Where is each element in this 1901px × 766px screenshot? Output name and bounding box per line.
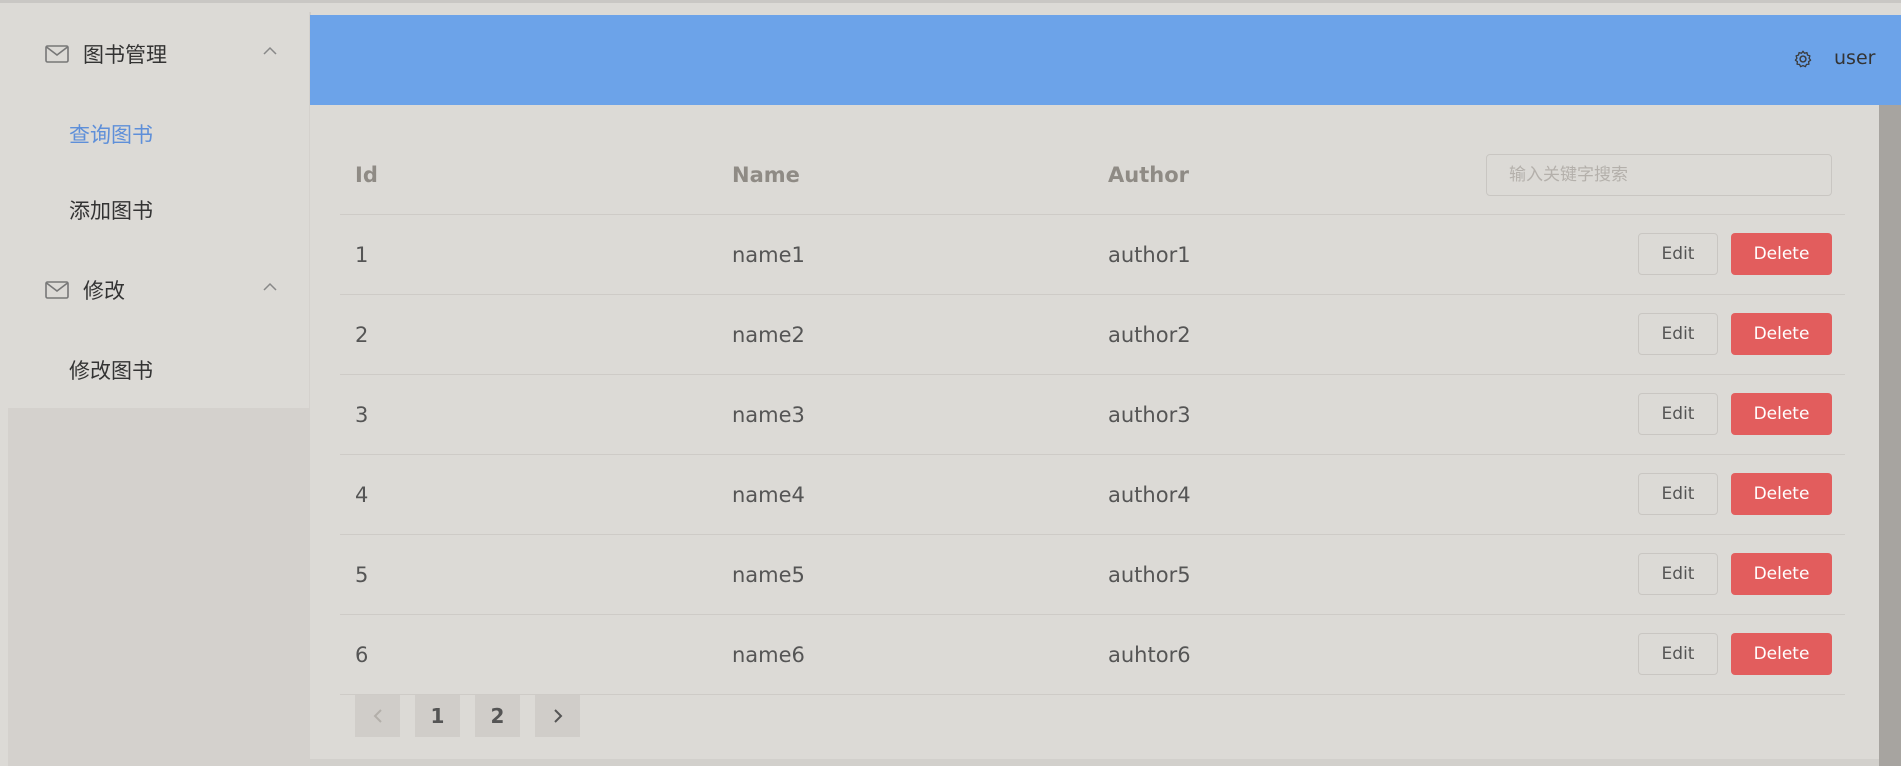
page-button-2[interactable]: 2: [475, 695, 520, 737]
table-row: 1 name1 author1 Edit Delete: [340, 215, 1845, 295]
cell-author: author1: [1108, 242, 1191, 267]
menu-group-title: 图书管理: [83, 43, 167, 67]
cell-author: author2: [1108, 322, 1191, 347]
user-menu[interactable]: user: [1834, 47, 1875, 69]
cell-name: name1: [732, 242, 805, 267]
cell-id: 4: [355, 482, 369, 507]
books-table: Id Name Author 1 name1 author1 Edit Dele…: [340, 135, 1845, 695]
cell-author: author4: [1108, 482, 1191, 507]
cell-name: name2: [732, 322, 805, 347]
edit-button[interactable]: Edit: [1638, 393, 1718, 435]
edit-button[interactable]: Edit: [1638, 553, 1718, 595]
cell-author: author5: [1108, 562, 1191, 587]
menu-item-query-books[interactable]: 查询图书: [8, 96, 309, 172]
table-row: 5 name5 author5 Edit Delete: [340, 535, 1845, 615]
window-top-border: [0, 0, 1901, 3]
pagination: 1 2: [355, 695, 595, 737]
delete-button[interactable]: Delete: [1731, 473, 1832, 515]
edit-button[interactable]: Edit: [1638, 473, 1718, 515]
main-content: Id Name Author 1 name1 author1 Edit Dele…: [310, 105, 1879, 759]
chevron-up-icon: [263, 46, 277, 55]
cell-name: name5: [732, 562, 805, 587]
delete-button[interactable]: Delete: [1731, 233, 1832, 275]
cell-id: 6: [355, 642, 369, 667]
edit-button[interactable]: Edit: [1638, 633, 1718, 675]
cell-name: name3: [732, 402, 805, 427]
delete-button[interactable]: Delete: [1731, 393, 1832, 435]
menu-group-title: 修改: [83, 279, 125, 303]
delete-button[interactable]: Delete: [1731, 553, 1832, 595]
edit-button[interactable]: Edit: [1638, 233, 1718, 275]
menu-item-add-book[interactable]: 添加图书: [8, 172, 309, 248]
next-page-button[interactable]: [535, 695, 580, 737]
menu-group-book-management[interactable]: 图书管理: [8, 12, 309, 96]
table-row: 2 name2 author2 Edit Delete: [340, 295, 1845, 375]
mail-icon: [45, 281, 69, 299]
column-header-id: Id: [355, 162, 378, 187]
edit-button[interactable]: Edit: [1638, 313, 1718, 355]
column-header-author: Author: [1108, 162, 1189, 187]
cell-author: auhtor6: [1108, 642, 1191, 667]
table-row: 6 name6 auhtor6 Edit Delete: [340, 615, 1845, 695]
mail-icon: [45, 45, 69, 63]
delete-button[interactable]: Delete: [1731, 313, 1832, 355]
cell-name: name4: [732, 482, 805, 507]
gear-icon[interactable]: [1792, 48, 1814, 70]
sidebar-menu: 图书管理 查询图书 添加图书 修改 修改图书: [8, 12, 309, 408]
table-row: 4 name4 author4 Edit Delete: [340, 455, 1845, 535]
sidebar: 图书管理 查询图书 添加图书 修改 修改图书: [8, 12, 311, 766]
cell-id: 5: [355, 562, 369, 587]
menu-group-modify[interactable]: 修改: [8, 248, 309, 332]
cell-id: 3: [355, 402, 369, 427]
table-row: 3 name3 author3 Edit Delete: [340, 375, 1845, 455]
cell-id: 2: [355, 322, 369, 347]
menu-item-modify-book[interactable]: 修改图书: [8, 332, 309, 408]
delete-button[interactable]: Delete: [1731, 633, 1832, 675]
prev-page-button[interactable]: [355, 695, 400, 737]
cell-name: name6: [732, 642, 805, 667]
cell-id: 1: [355, 242, 369, 267]
search-input[interactable]: [1486, 154, 1832, 196]
chevron-right-icon: [553, 709, 562, 723]
page-button-1[interactable]: 1: [415, 695, 460, 737]
bottom-border: [310, 759, 1879, 766]
cell-author: author3: [1108, 402, 1191, 427]
vertical-scrollbar[interactable]: [1879, 105, 1901, 766]
chevron-up-icon: [263, 282, 277, 291]
top-header: [310, 15, 1901, 105]
table-header-row: Id Name Author: [340, 135, 1845, 215]
column-header-name: Name: [732, 162, 800, 187]
chevron-left-icon: [373, 709, 382, 723]
